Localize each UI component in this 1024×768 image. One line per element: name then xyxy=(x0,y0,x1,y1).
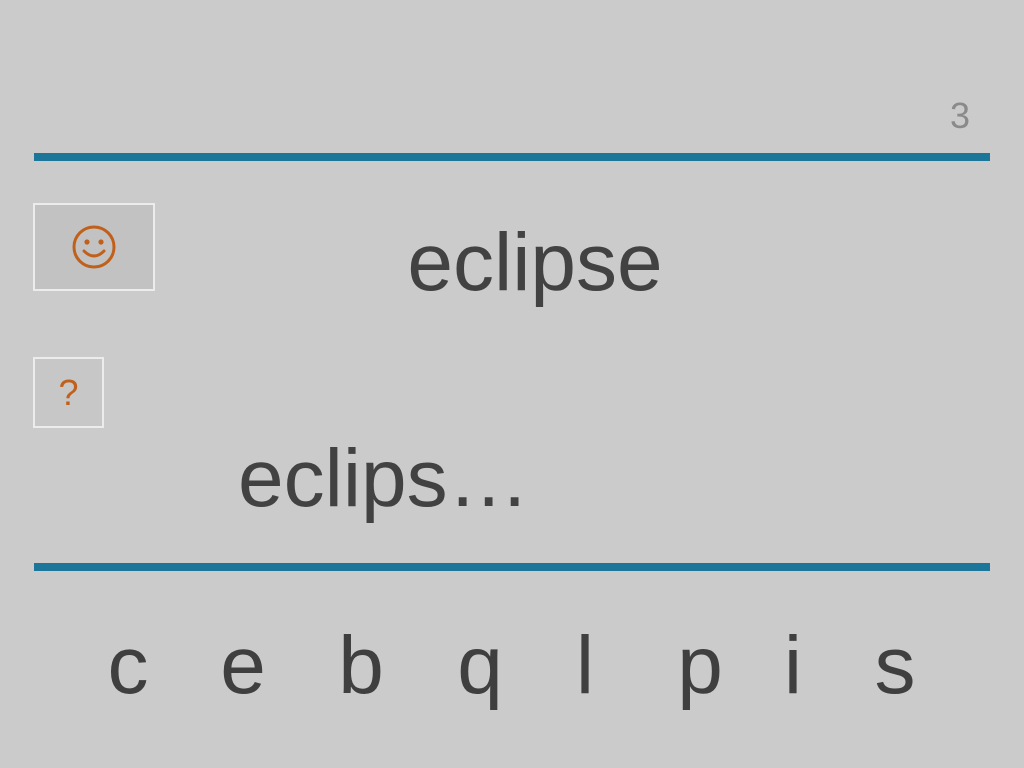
help-button[interactable]: ? xyxy=(33,357,104,428)
letter-key[interactable]: i xyxy=(743,618,843,714)
top-divider xyxy=(34,153,990,161)
letter-key[interactable]: s xyxy=(845,618,945,714)
help-label: ? xyxy=(58,371,79,413)
answer-field: eclips… xyxy=(238,433,530,524)
hint-button[interactable] xyxy=(33,203,155,291)
letter-key[interactable]: c xyxy=(78,618,178,714)
letter-key[interactable]: b xyxy=(311,618,411,714)
letter-key[interactable]: l xyxy=(535,618,635,714)
letter-key[interactable]: e xyxy=(193,618,293,714)
prompt-word: eclipse xyxy=(407,217,663,308)
smiley-icon xyxy=(72,225,116,269)
letter-key[interactable]: q xyxy=(430,618,530,714)
letter-key[interactable]: p xyxy=(650,618,750,714)
game-screen: 3 ? eclipse eclips… c e b q l p i s xyxy=(0,0,1024,768)
bottom-divider xyxy=(34,563,990,571)
letter-choices: c e b q l p i s xyxy=(68,618,968,718)
question-counter: 3 xyxy=(949,95,971,136)
